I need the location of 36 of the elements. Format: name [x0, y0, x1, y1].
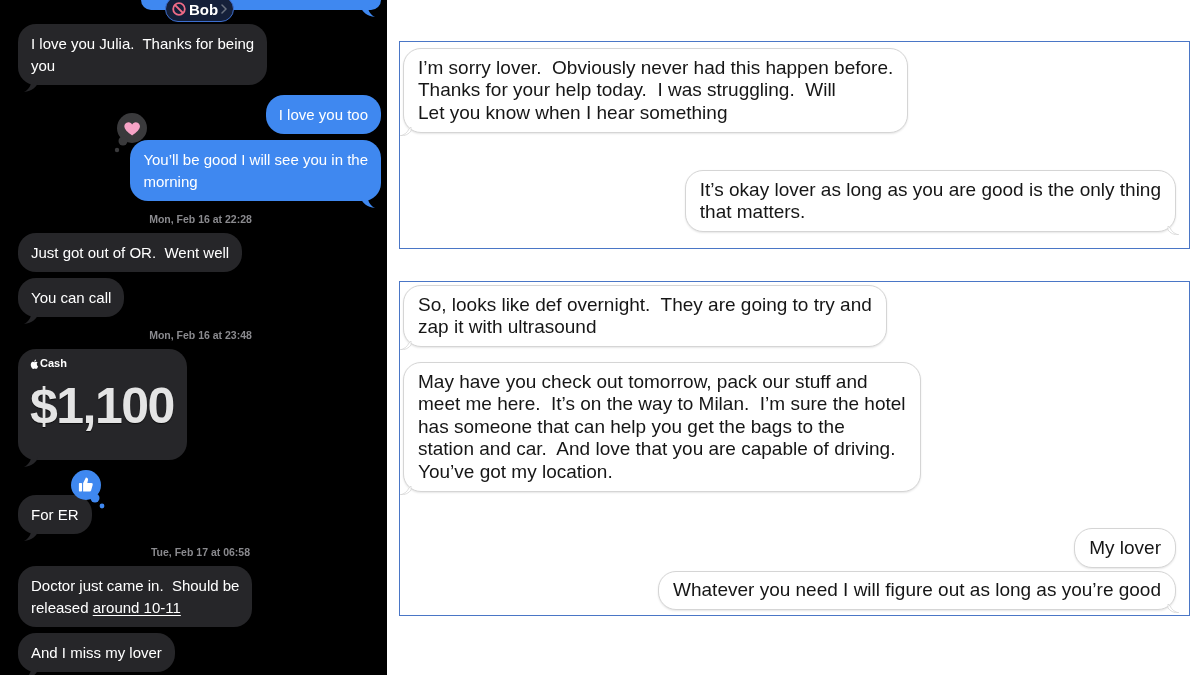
chevron-right-icon: [221, 4, 228, 14]
message-bubble: It’s okay lover as long as you are good is the only thing that matters.: [684, 170, 1176, 232]
message-bubble: I love you too: [265, 95, 381, 134]
message-bubble: Doctor just came in. Should be released around 10-11: [18, 566, 253, 627]
payment-label: Cash: [40, 357, 67, 370]
message-bubble: You can call: [18, 278, 125, 317]
payment-amount: $1,100: [30, 380, 174, 432]
message-bubble: And I miss my lover: [18, 633, 175, 672]
message-bubble: You’ll be good I will see you in the morning: [130, 140, 381, 201]
message-bubble: So, looks like def overnight. They are going to try and zap it with ultrasound: [403, 285, 887, 347]
bubble-tail-icon: [1167, 604, 1179, 613]
prohibited-icon: [172, 2, 186, 16]
link[interactable]: around 10-11: [92, 598, 181, 616]
bubble-tail-icon: [400, 126, 412, 136]
thumbs-up-reaction-icon: [71, 470, 105, 509]
timestamp: Mon, Feb 16 at 22:28: [148, 212, 252, 226]
contact-pill[interactable]: Bob: [165, 0, 235, 22]
message-bubble: I’m sorry lover. Obviously never had this happen before. Thanks for your help today. I was struggling. Will Let you know when I hear something: [403, 48, 909, 133]
heart-reaction-icon: [114, 113, 149, 154]
timestamp: Tue, Feb 17 at 06:58: [150, 545, 250, 559]
bubble-tail-icon: [24, 314, 38, 324]
apple-icon: [30, 358, 39, 369]
bubble-tail-icon: [24, 82, 38, 92]
timestamp: Mon, Feb 16 at 23:48: [148, 328, 252, 342]
message-bubble: For ER: [18, 495, 92, 534]
message-bubble: Just got out of OR. Went well: [18, 233, 243, 272]
bubble-tail-icon: [361, 7, 375, 17]
bubble-tail-icon: [400, 485, 412, 495]
bubble-tail-icon: [24, 531, 38, 541]
message-bubble: I love you Julia. Thanks for being you: [18, 24, 268, 85]
message-bubble: May have you check out tomorrow, pack our stuff and meet me here. It’s on the way to Milan. I’m sure the hotel has someone that can help you get the bags to the station and car. And love that you are capable of driving. You’ve got my location.: [403, 362, 921, 492]
bubble-tail-icon: [400, 341, 412, 350]
message-bubble: Whatever you need I will figure out as long as you’re good: [658, 570, 1176, 610]
bubble-tail-icon: [361, 198, 375, 208]
message-bubble: My lover: [1074, 528, 1176, 568]
bubble-tail-icon: [1167, 226, 1179, 235]
